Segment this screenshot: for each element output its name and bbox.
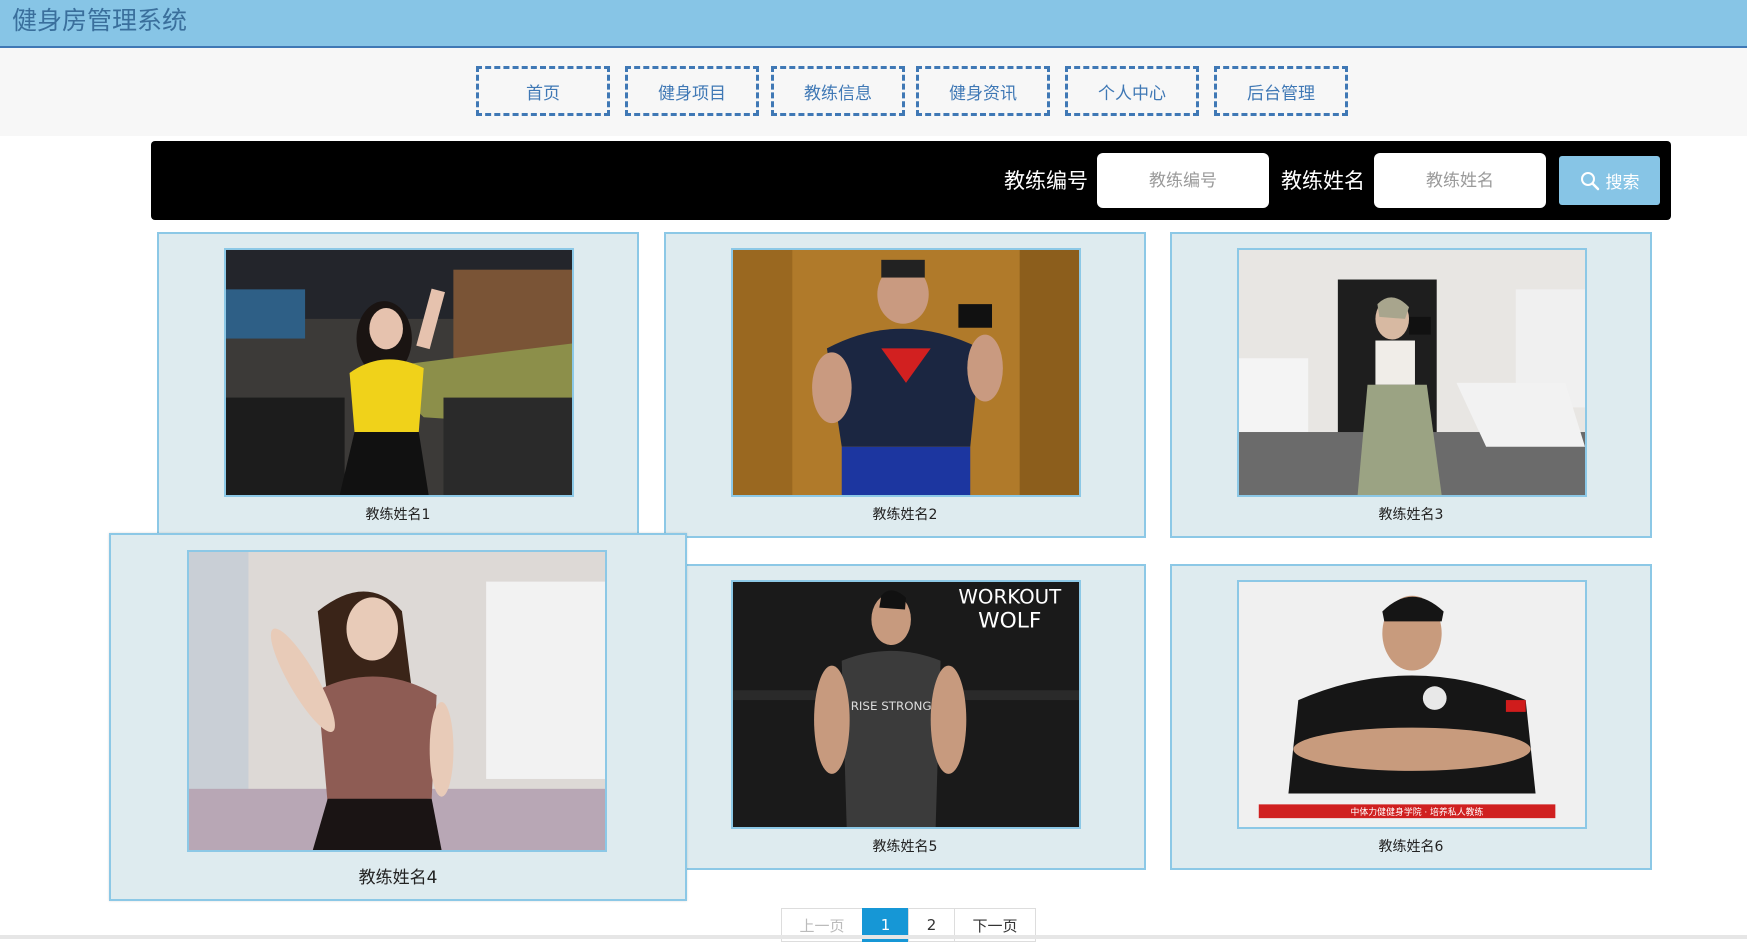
coach-name-label: 教练姓名 bbox=[1281, 169, 1365, 193]
banner-text: 中体力健健身学院 · 培养私人教练 bbox=[1351, 806, 1484, 818]
nav-item-coach-info[interactable]: 教练信息 bbox=[771, 66, 905, 116]
nav-item-personal-center[interactable]: 个人中心 bbox=[1065, 66, 1199, 116]
coach-photo[interactable] bbox=[1237, 248, 1587, 497]
coach-photo[interactable] bbox=[187, 550, 607, 852]
rise-strong-text: RISE STRONG bbox=[851, 699, 932, 713]
search-icon bbox=[1580, 171, 1599, 190]
coach-name[interactable]: 教练姓名2 bbox=[666, 504, 1144, 524]
app-title: 健身房管理系统 bbox=[12, 6, 188, 35]
coach-name[interactable]: 教练姓名3 bbox=[1172, 504, 1650, 524]
coach-photo[interactable] bbox=[731, 248, 1081, 497]
page-bottom-divider bbox=[0, 935, 1747, 939]
coach-name[interactable]: 教练姓名4 bbox=[111, 863, 685, 888]
nav-item-admin[interactable]: 后台管理 bbox=[1214, 66, 1348, 116]
coach-card[interactable]: 中体力健健身学院 · 培养私人教练 教练姓名6 bbox=[1170, 564, 1652, 870]
coach-number-input[interactable] bbox=[1097, 153, 1269, 208]
coach-card[interactable]: 教练姓名2 bbox=[664, 232, 1146, 538]
coach-card[interactable]: 教练姓名3 bbox=[1170, 232, 1652, 538]
nav-item-fitness-projects[interactable]: 健身项目 bbox=[625, 66, 759, 116]
coach-card[interactable]: 教练姓名1 bbox=[157, 232, 639, 538]
nav-item-fitness-news[interactable]: 健身资讯 bbox=[916, 66, 1050, 116]
coach-card[interactable]: WORKOUT WOLF RISE STRONG 教练姓名5 bbox=[664, 564, 1146, 870]
coach-card-hovered[interactable]: 教练姓名4 bbox=[109, 533, 687, 901]
coach-photo[interactable] bbox=[224, 248, 574, 497]
search-bar: 教练编号 教练姓名 搜索 bbox=[151, 141, 1671, 220]
workout-wolf-text: WORKOUT bbox=[958, 586, 1062, 609]
coach-name[interactable]: 教练姓名1 bbox=[159, 504, 637, 524]
coach-name-input[interactable] bbox=[1374, 153, 1546, 208]
coach-photo[interactable]: WORKOUT WOLF RISE STRONG bbox=[731, 580, 1081, 829]
search-button-label: 搜索 bbox=[1605, 173, 1640, 193]
header-bar: 健身房管理系统 bbox=[0, 0, 1747, 48]
coach-photo[interactable]: 中体力健健身学院 · 培养私人教练 bbox=[1237, 580, 1587, 829]
coach-number-label: 教练编号 bbox=[1004, 169, 1088, 193]
coach-name[interactable]: 教练姓名6 bbox=[1172, 836, 1650, 856]
wolf-text: WOLF bbox=[978, 608, 1041, 633]
nav-item-home[interactable]: 首页 bbox=[476, 66, 610, 116]
main-nav: 首页 健身项目 教练信息 健身资讯 个人中心 后台管理 bbox=[0, 48, 1747, 136]
search-button[interactable]: 搜索 bbox=[1559, 156, 1660, 205]
coach-name[interactable]: 教练姓名5 bbox=[666, 836, 1144, 856]
